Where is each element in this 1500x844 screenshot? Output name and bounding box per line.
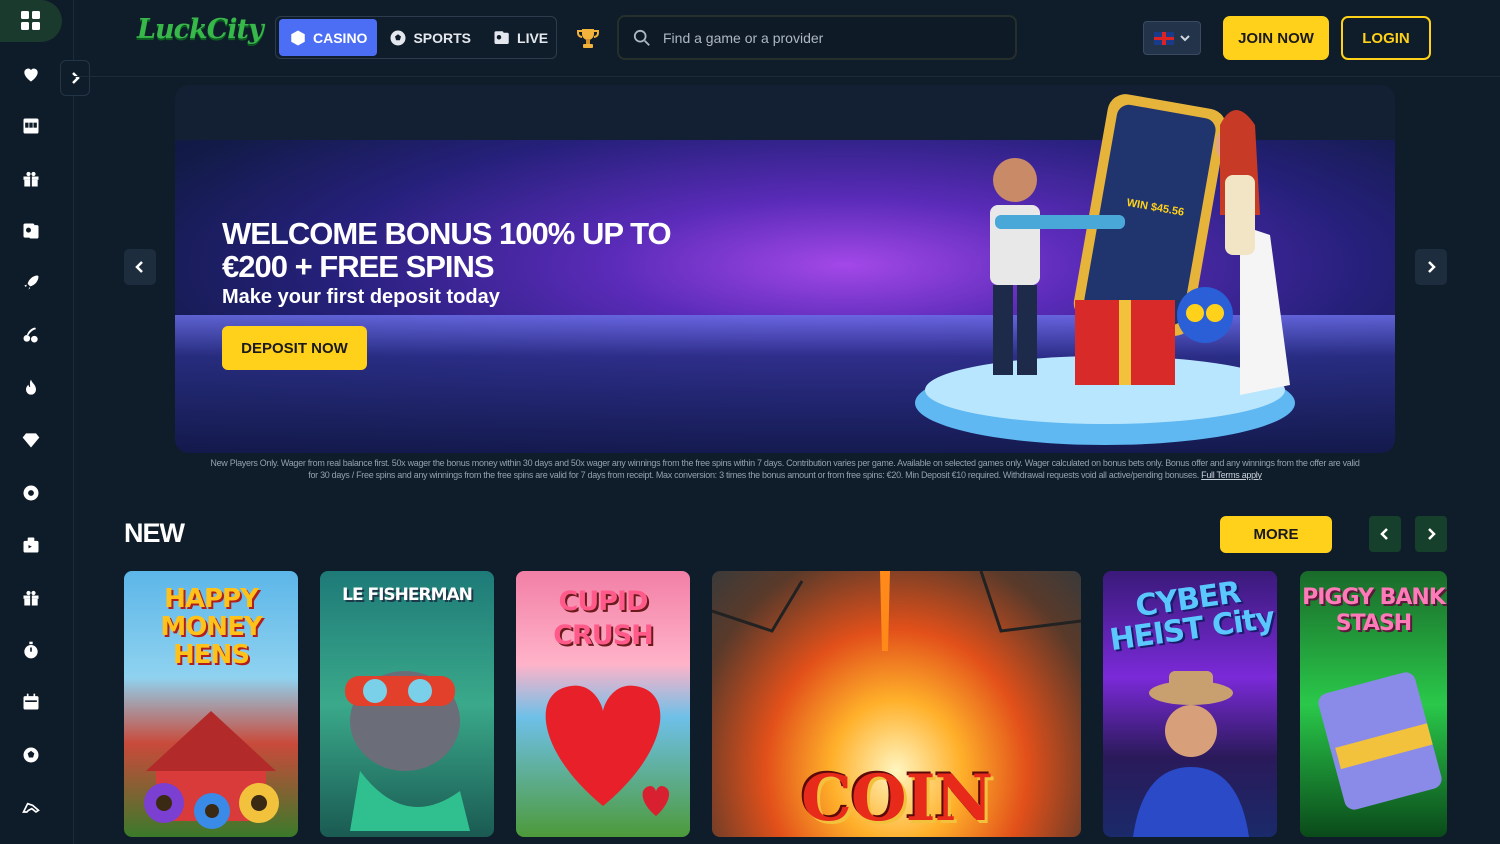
trophy-icon[interactable] [576, 27, 600, 51]
football-icon[interactable] [19, 743, 43, 767]
sidebar-home[interactable] [0, 0, 62, 42]
game-card[interactable]: COIN [712, 571, 1081, 837]
fire-icon[interactable] [19, 376, 43, 400]
promo-banner: WELCOME BONUS 100% UP TO €200 + FREE SPI… [175, 85, 1395, 453]
tab-live[interactable]: LIVE [483, 19, 558, 56]
game-card[interactable]: CYBER HEIST City [1103, 571, 1277, 837]
top-header: LuckCity CASINO SPORTS LIVE JOIN NOW LOG… [74, 0, 1500, 77]
games-prev-button[interactable] [1369, 516, 1401, 552]
cube-icon [291, 30, 305, 45]
diamond-icon[interactable] [19, 428, 43, 452]
games-next-button[interactable] [1415, 516, 1447, 552]
deposit-now-button[interactable]: DEPOSIT NOW [222, 326, 367, 370]
more-button[interactable]: MORE [1220, 516, 1332, 553]
tab-casino-label: CASINO [313, 29, 368, 46]
full-terms-link[interactable]: Full Terms apply [1201, 470, 1262, 480]
heart-icon[interactable] [19, 62, 43, 86]
login-button[interactable]: LOGIN [1341, 16, 1431, 60]
tab-live-label: LIVE [517, 29, 549, 46]
chevron-right-icon [1428, 528, 1436, 540]
logo[interactable]: LuckCity [137, 14, 264, 58]
banner-terms: New Players Only. Wager from real balanc… [205, 458, 1365, 481]
racing-icon[interactable] [19, 795, 43, 819]
sidebar [0, 0, 74, 844]
game-card[interactable]: CUPID CRUSH [516, 571, 690, 837]
stopwatch-icon[interactable] [19, 638, 43, 662]
banner-prev-button[interactable] [124, 249, 156, 285]
rocket-icon[interactable] [19, 271, 43, 295]
live-cards-icon[interactable] [19, 219, 43, 243]
slot-machine-icon[interactable] [19, 114, 43, 138]
calendar-icon[interactable] [19, 690, 43, 714]
chevron-left-icon [135, 261, 143, 273]
tab-casino[interactable]: CASINO [279, 19, 378, 56]
banner-next-button[interactable] [1415, 249, 1447, 285]
uk-flag-icon [1154, 31, 1174, 45]
section-title-new: NEW [124, 518, 185, 548]
sports-ball-icon[interactable] [19, 481, 43, 505]
game-card[interactable]: PIGGY BANK STASH [1300, 571, 1447, 837]
tab-sports-label: SPORTS [413, 29, 472, 46]
game-card[interactable]: HAPPY MONEY HENS [124, 571, 298, 837]
cherries-icon[interactable] [19, 323, 43, 347]
language-selector[interactable] [1143, 21, 1201, 55]
search-icon [633, 29, 650, 46]
nav-tabs: CASINO SPORTS LIVE [275, 16, 557, 59]
tab-sports[interactable]: SPORTS [379, 19, 481, 56]
banner-subtitle: Make your first deposit today [222, 286, 500, 308]
search-input[interactable] [663, 29, 1003, 46]
game-card[interactable]: LE FISHERMAN [320, 571, 494, 837]
cards-icon [494, 30, 509, 44]
banner-title: WELCOME BONUS 100% UP TO €200 + FREE SPI… [222, 216, 672, 284]
bag-icon[interactable] [19, 533, 43, 557]
terms-text: New Players Only. Wager from real balanc… [210, 458, 1360, 480]
chevron-left-icon [1380, 528, 1388, 540]
search-box[interactable] [617, 15, 1017, 60]
banner-artwork: WIN $45.56 [915, 94, 1295, 445]
soccer-ball-icon [390, 30, 406, 45]
join-now-button[interactable]: JOIN NOW [1223, 16, 1329, 60]
grid-icon [21, 11, 40, 30]
chevron-right-icon [1428, 261, 1436, 273]
gift-icon[interactable] [19, 167, 43, 191]
gift-box-icon[interactable] [19, 586, 43, 610]
chevron-down-icon [1180, 35, 1190, 42]
